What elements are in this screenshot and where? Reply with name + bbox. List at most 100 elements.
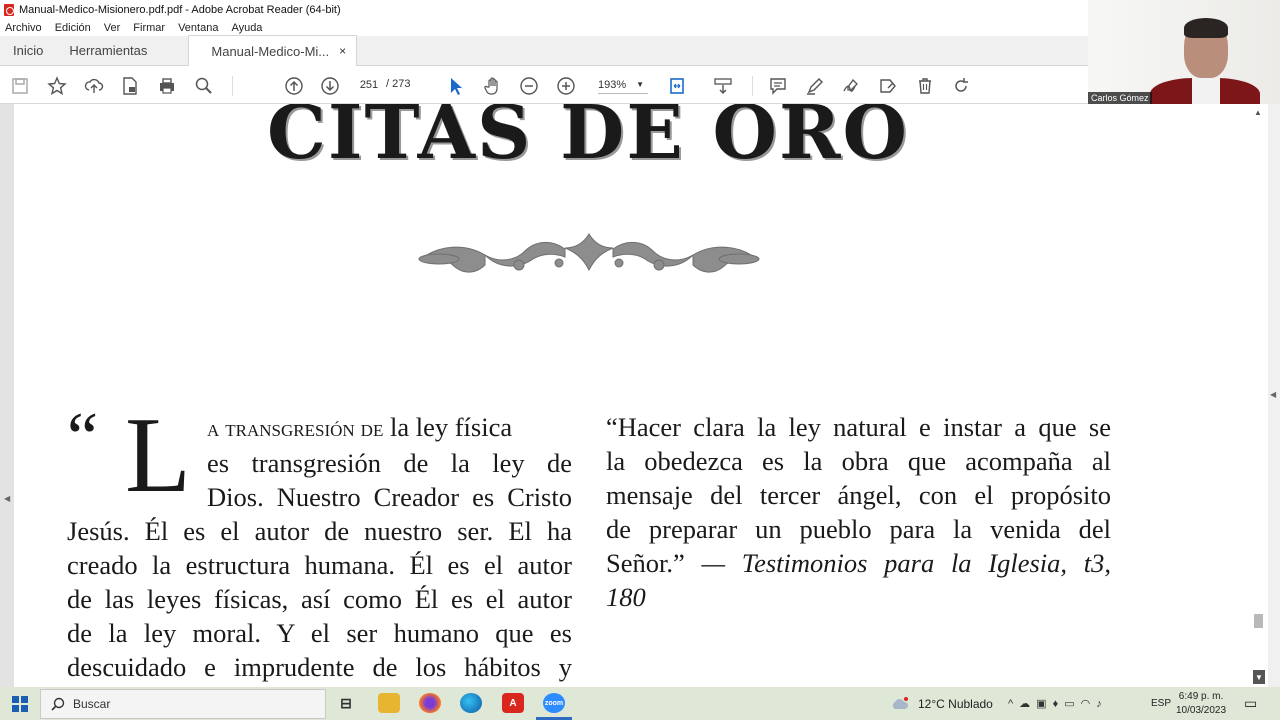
text-line: de la ley moral. Y el ser humano que es bbox=[67, 618, 572, 648]
taskbar-search-input[interactable]: Buscar bbox=[40, 689, 326, 719]
scroll-up-icon[interactable]: ▲ bbox=[1254, 108, 1262, 117]
right-quote-column: “Hacer clara la ley natural e instar a q… bbox=[606, 410, 1111, 614]
left-quote-column: “ L a transgresión de la ley física es t… bbox=[67, 399, 572, 684]
system-tray-icons[interactable]: ^ ☁ ▣ ♦ ▭ ◠ ♪ bbox=[1008, 687, 1108, 720]
text-segment: la ley física bbox=[383, 412, 513, 442]
zoom-app-icon[interactable]: zoom bbox=[543, 693, 565, 713]
zoom-level-value: 193% bbox=[598, 78, 627, 91]
tab-home[interactable]: Inicio bbox=[0, 35, 56, 65]
text-line: la obedezca es la obra que acompaña al bbox=[606, 446, 1111, 476]
zoom-level-select[interactable]: 193% ▼ bbox=[598, 76, 648, 94]
star-icon[interactable] bbox=[46, 75, 68, 97]
right-panel-toggle-icon[interactable]: ◀ bbox=[1270, 390, 1276, 399]
text-line: “Hacer clara la ley natural e instar a q… bbox=[606, 412, 1111, 442]
edit-tag-icon[interactable] bbox=[877, 75, 899, 97]
text-line: de las leyes físicas, así como Él es el … bbox=[67, 584, 572, 614]
trash-icon[interactable] bbox=[914, 75, 936, 97]
zoom-search-icon[interactable] bbox=[193, 75, 215, 97]
text-line: Jesús. Él es el autor de nuestro ser. El… bbox=[67, 516, 572, 546]
fit-page-icon[interactable] bbox=[666, 75, 688, 97]
cursor-icon[interactable] bbox=[445, 75, 467, 97]
page-down-icon[interactable] bbox=[319, 75, 341, 97]
citation-text: 180 bbox=[606, 582, 646, 612]
participant-hair bbox=[1184, 18, 1228, 38]
input-language[interactable]: ESP bbox=[1151, 687, 1171, 720]
file-explorer-icon[interactable] bbox=[378, 693, 400, 713]
print-icon[interactable] bbox=[156, 75, 178, 97]
menu-ver[interactable]: Ver bbox=[104, 22, 121, 34]
drop-cap-letter: L bbox=[125, 396, 191, 515]
edge-icon[interactable] bbox=[460, 693, 482, 713]
tab-tools[interactable]: Herramientas bbox=[56, 35, 160, 65]
window-titlebar: Manual-Medico-Misionero.pdf.pdf - Adobe … bbox=[0, 0, 1088, 19]
meet-icon[interactable]: ▣ bbox=[1036, 697, 1052, 710]
participant-name: Carlos Gómez bbox=[1088, 92, 1152, 104]
weather-text: 12°C Nublado bbox=[918, 696, 993, 711]
menu-ayuda[interactable]: Ayuda bbox=[231, 22, 262, 34]
page-heading: CITAS DE ORO bbox=[267, 104, 909, 176]
close-tab-icon[interactable]: × bbox=[339, 44, 346, 58]
zoom-in-icon[interactable] bbox=[555, 75, 577, 97]
menu-archivo[interactable]: Archivo bbox=[5, 22, 42, 34]
volume-icon[interactable]: ♪ bbox=[1096, 698, 1108, 710]
clock-date: 10/03/2023 bbox=[1176, 705, 1227, 716]
decorative-ornament bbox=[418, 233, 760, 273]
clock[interactable]: 6:49 p. m. 10/03/2023 bbox=[1176, 690, 1226, 718]
toolbar-divider bbox=[752, 76, 753, 96]
text-line: 180 bbox=[606, 580, 1111, 614]
left-panel-toggle-icon[interactable]: ◀ bbox=[4, 494, 10, 503]
menu-edicion[interactable]: Edición bbox=[55, 22, 91, 34]
save-icon[interactable] bbox=[9, 75, 31, 97]
rotate-icon[interactable] bbox=[950, 75, 972, 97]
menu-firmar[interactable]: Firmar bbox=[133, 22, 165, 34]
sign-icon[interactable] bbox=[840, 75, 862, 97]
toolbar-divider bbox=[232, 76, 233, 96]
windows-start-icon[interactable] bbox=[12, 696, 28, 712]
wifi-icon[interactable]: ◠ bbox=[1081, 697, 1097, 710]
search-placeholder: Buscar bbox=[73, 697, 111, 711]
weather-widget[interactable]: 12°C Nublado bbox=[890, 687, 993, 720]
zoom-out-icon[interactable] bbox=[518, 75, 540, 97]
lock-file-icon[interactable] bbox=[119, 75, 141, 97]
chevron-up-icon[interactable]: ^ bbox=[1008, 698, 1019, 710]
onedrive-icon[interactable]: ☁ bbox=[1019, 697, 1036, 710]
scroll-thumb[interactable] bbox=[1254, 614, 1263, 628]
text-line: creado la estructura humana. Él es el au… bbox=[67, 550, 572, 580]
text-segment: Señor.” bbox=[606, 548, 685, 578]
menu-ventana[interactable]: Ventana bbox=[178, 22, 218, 34]
hand-icon[interactable] bbox=[482, 75, 504, 97]
firefox-icon[interactable] bbox=[419, 693, 441, 713]
page-number-input[interactable]: 251 bbox=[356, 75, 382, 95]
participant-shirt bbox=[1192, 78, 1220, 104]
microphone-icon[interactable]: ♦ bbox=[1053, 698, 1065, 710]
text-line: descuidado e imprudente de los hábitos y bbox=[67, 652, 572, 682]
page-total: / 273 bbox=[386, 78, 411, 90]
search-icon bbox=[51, 697, 65, 711]
highlight-icon[interactable] bbox=[804, 75, 826, 97]
cloud-icon bbox=[892, 696, 909, 709]
vertical-scrollbar[interactable]: ▲ ▼ bbox=[1250, 104, 1268, 687]
task-view-icon[interactable]: ⊟ bbox=[335, 693, 357, 713]
upload-icon[interactable] bbox=[83, 75, 105, 97]
clock-time: 6:49 p. m. bbox=[1178, 691, 1224, 702]
page-up-icon[interactable] bbox=[283, 75, 305, 97]
acrobat-icon[interactable]: A bbox=[502, 693, 524, 713]
tab-document[interactable]: Manual-Medico-Mi... × bbox=[188, 35, 358, 66]
scroll-down-icon[interactable]: ▼ bbox=[1253, 670, 1265, 684]
document-viewport[interactable]: ◀ CITAS DE ORO “ L a transgresión de la … bbox=[0, 104, 1268, 687]
right-panel-strip: ◀ bbox=[1268, 104, 1280, 687]
opening-quote-mark: “ bbox=[67, 399, 99, 476]
text-line: de preparar un pueblo para la venida del bbox=[606, 514, 1111, 544]
menu-bar: Archivo Edición Ver Firmar Ventana Ayuda bbox=[0, 19, 1088, 36]
chevron-down-icon: ▼ bbox=[636, 80, 645, 89]
scroll-mode-icon[interactable] bbox=[712, 75, 734, 97]
acrobat-app-icon bbox=[4, 3, 14, 16]
small-caps-text: a transgresión de bbox=[207, 416, 384, 442]
battery-icon[interactable]: ▭ bbox=[1064, 697, 1080, 710]
window-title: Manual-Medico-Misionero.pdf.pdf - Adobe … bbox=[19, 3, 341, 16]
comment-icon[interactable] bbox=[767, 75, 789, 97]
pdf-page: CITAS DE ORO “ L a transgresión de la le… bbox=[14, 104, 1250, 687]
desktop: Manual-Medico-Misionero.pdf.pdf - Adobe … bbox=[0, 0, 1280, 720]
windows-taskbar: Buscar ⊟ A zoom 12°C Nublado ^ ☁ ▣ ♦ ▭ ◠… bbox=[0, 687, 1280, 720]
notifications-icon[interactable]: ▭ bbox=[1244, 687, 1257, 720]
